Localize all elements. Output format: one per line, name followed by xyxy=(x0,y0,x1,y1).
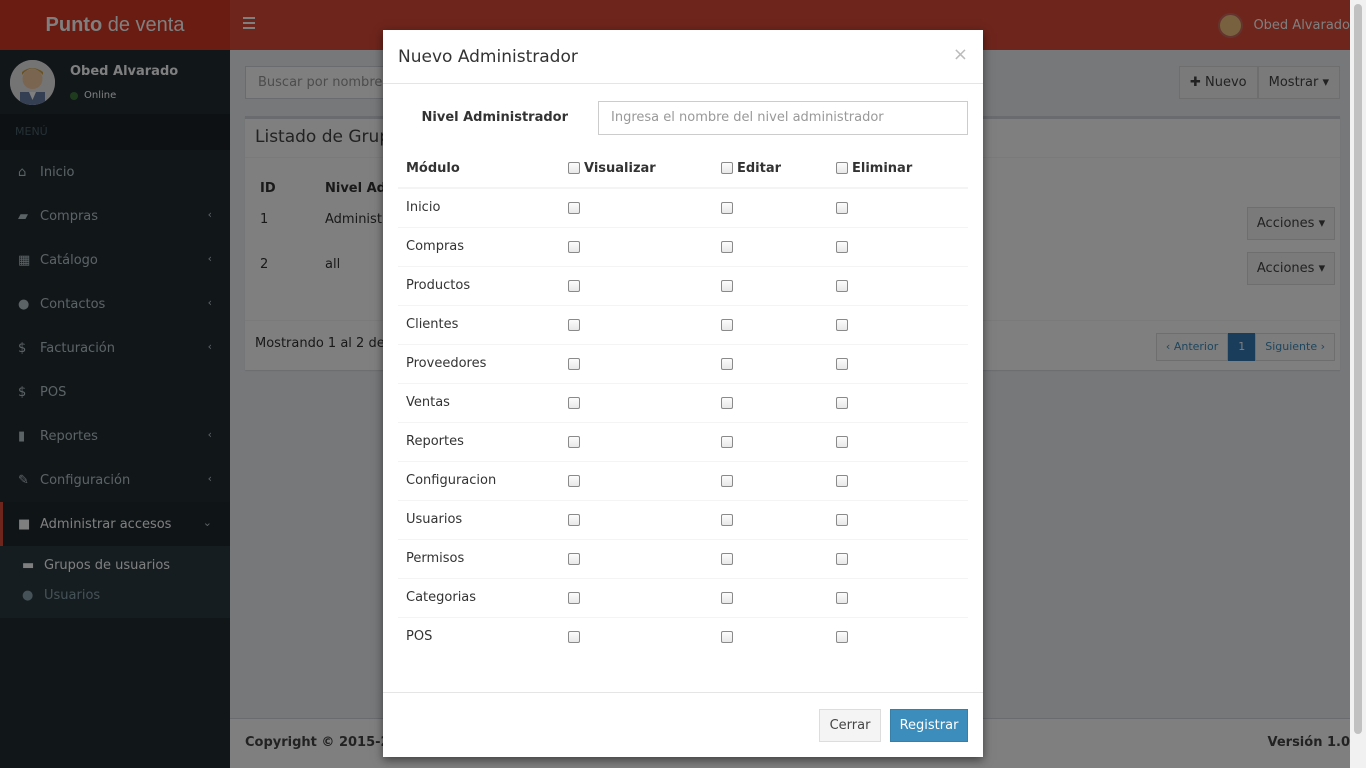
visualizar-checkbox[interactable] xyxy=(568,436,580,448)
select-all-eliminar-checkbox[interactable] xyxy=(836,161,848,174)
select-all-visualizar-checkbox[interactable] xyxy=(568,161,580,174)
page-scrollbar[interactable] xyxy=(1350,0,1366,768)
scrollbar-thumb[interactable] xyxy=(1354,4,1362,734)
permissions-table: Módulo Visualizar Editar Eliminar Inicio… xyxy=(398,150,968,657)
module-name: Permisos xyxy=(406,551,465,566)
editar-checkbox[interactable] xyxy=(721,397,733,409)
eliminar-label: Eliminar xyxy=(852,161,913,176)
module-name: Usuarios xyxy=(406,512,463,527)
module-name: Clientes xyxy=(406,317,459,332)
visualizar-checkbox[interactable] xyxy=(568,631,580,643)
column-header-eliminar: Eliminar xyxy=(836,161,912,176)
eliminar-checkbox[interactable] xyxy=(836,553,848,565)
module-name: Inicio xyxy=(406,200,441,215)
visualizar-checkbox[interactable] xyxy=(568,280,580,292)
editar-checkbox[interactable] xyxy=(721,319,733,331)
visualizar-checkbox[interactable] xyxy=(568,358,580,370)
eliminar-checkbox[interactable] xyxy=(836,202,848,214)
table-row: POS xyxy=(398,618,968,657)
module-name: Ventas xyxy=(406,395,450,410)
table-row: Compras xyxy=(398,228,968,267)
eliminar-checkbox[interactable] xyxy=(836,475,848,487)
module-name: Proveedores xyxy=(406,356,487,371)
eliminar-checkbox[interactable] xyxy=(836,592,848,604)
select-all-editar-checkbox[interactable] xyxy=(721,161,733,174)
eliminar-checkbox[interactable] xyxy=(836,241,848,253)
table-row: Permisos xyxy=(398,540,968,579)
table-row: Ventas xyxy=(398,384,968,423)
visualizar-checkbox[interactable] xyxy=(568,397,580,409)
eliminar-checkbox[interactable] xyxy=(836,319,848,331)
visualizar-checkbox[interactable] xyxy=(568,592,580,604)
module-name: Categorias xyxy=(406,590,477,605)
table-row: Productos xyxy=(398,267,968,306)
eliminar-checkbox[interactable] xyxy=(836,397,848,409)
module-name: Compras xyxy=(406,239,465,254)
editar-checkbox[interactable] xyxy=(721,475,733,487)
eliminar-checkbox[interactable] xyxy=(836,358,848,370)
editar-checkbox[interactable] xyxy=(721,241,733,253)
eliminar-checkbox[interactable] xyxy=(836,631,848,643)
nivel-administrador-input[interactable]: Ingresa el nombre del nivel administrado… xyxy=(598,101,968,135)
editar-checkbox[interactable] xyxy=(721,553,733,565)
table-row: Proveedores xyxy=(398,345,968,384)
table-row: Usuarios xyxy=(398,501,968,540)
module-name: Reportes xyxy=(406,434,464,449)
eliminar-checkbox[interactable] xyxy=(836,436,848,448)
table-row: Inicio xyxy=(398,189,968,228)
column-header-visualizar: Visualizar xyxy=(568,161,656,176)
column-header-modulo: Módulo xyxy=(406,161,460,176)
nivel-form-row: Nivel Administrador Ingresa el nombre de… xyxy=(383,101,983,135)
editar-checkbox[interactable] xyxy=(721,592,733,604)
visualizar-checkbox[interactable] xyxy=(568,319,580,331)
module-name: Productos xyxy=(406,278,471,293)
eliminar-checkbox[interactable] xyxy=(836,514,848,526)
permissions-header: Módulo Visualizar Editar Eliminar xyxy=(398,150,968,189)
modal-footer: Cerrar Registrar xyxy=(383,692,983,757)
visualizar-checkbox[interactable] xyxy=(568,475,580,487)
eliminar-checkbox[interactable] xyxy=(836,280,848,292)
editar-checkbox[interactable] xyxy=(721,436,733,448)
visualizar-checkbox[interactable] xyxy=(568,241,580,253)
nuevo-administrador-modal: Nuevo Administrador × Nivel Administrado… xyxy=(383,30,983,757)
editar-checkbox[interactable] xyxy=(721,514,733,526)
visualizar-checkbox[interactable] xyxy=(568,514,580,526)
column-header-editar: Editar xyxy=(721,161,781,176)
editar-checkbox[interactable] xyxy=(721,202,733,214)
editar-checkbox[interactable] xyxy=(721,280,733,292)
editar-checkbox[interactable] xyxy=(721,631,733,643)
close-icon[interactable]: × xyxy=(953,44,968,65)
visualizar-checkbox[interactable] xyxy=(568,202,580,214)
table-row: Reportes xyxy=(398,423,968,462)
nivel-label: Nivel Administrador xyxy=(421,110,568,125)
module-name: Configuracion xyxy=(406,473,497,488)
module-name: POS xyxy=(406,629,433,644)
table-row: Clientes xyxy=(398,306,968,345)
cerrar-button[interactable]: Cerrar xyxy=(819,709,881,742)
visualizar-checkbox[interactable] xyxy=(568,553,580,565)
registrar-button[interactable]: Registrar xyxy=(890,709,968,742)
table-row: Configuracion xyxy=(398,462,968,501)
modal-header: Nuevo Administrador × xyxy=(383,30,983,84)
visualizar-label: Visualizar xyxy=(584,161,656,176)
editar-label: Editar xyxy=(737,161,782,176)
table-row: Categorias xyxy=(398,579,968,618)
modal-title: Nuevo Administrador xyxy=(398,47,578,67)
editar-checkbox[interactable] xyxy=(721,358,733,370)
permissions-rows: Inicio Compras Productos Clientes Proveedore… xyxy=(398,189,968,657)
